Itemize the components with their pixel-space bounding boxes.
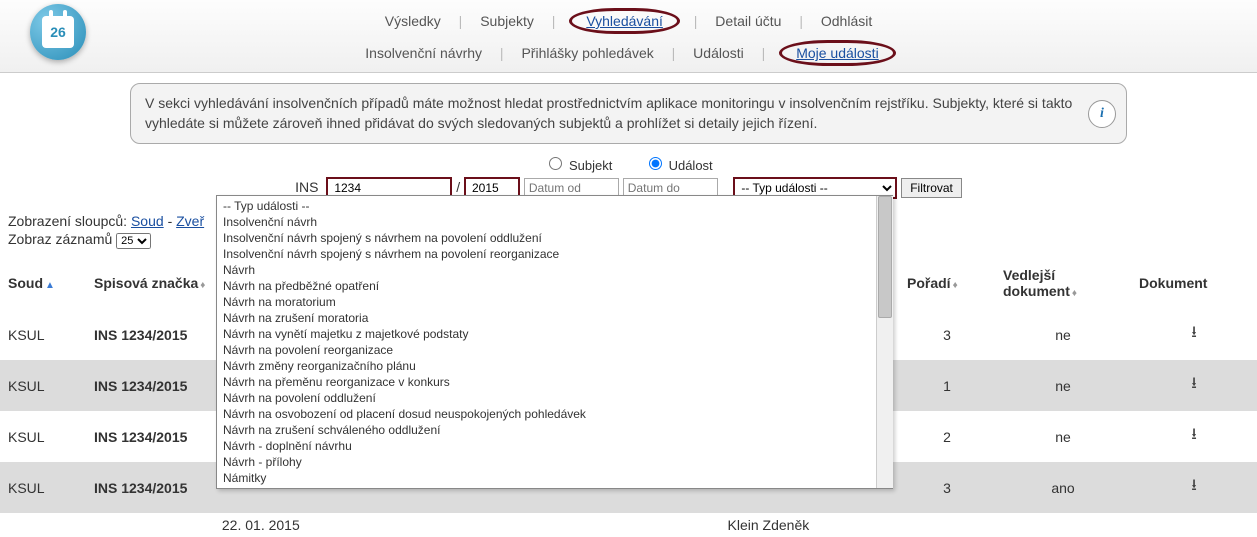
dropdown-option[interactable]: Námitky: [217, 470, 876, 486]
subnav-prihlasky[interactable]: Přihlášky pohledávek: [517, 45, 657, 61]
download-icon[interactable]: ⭳: [1191, 426, 1197, 443]
col-link-soud[interactable]: Soud: [131, 213, 164, 229]
dropdown-option[interactable]: Návrh na zrušení moratoria: [217, 310, 876, 326]
cell-poradi: 2: [899, 411, 995, 462]
dropdown-option[interactable]: Návrh změny reorganizačního plánu: [217, 358, 876, 374]
secondary-nav: Insolvenční návrhy | Přihlášky pohledáve…: [0, 40, 1257, 66]
cell-vedlejsi: ne: [995, 411, 1131, 462]
radio-row: Subjekt Událost: [0, 154, 1257, 173]
dropdown-option[interactable]: Návrh: [217, 262, 876, 278]
nav-vyhledavani[interactable]: Vyhledávání: [582, 13, 667, 29]
nav-odhlasit[interactable]: Odhlásit: [817, 13, 876, 29]
ins-label: INS: [295, 179, 318, 195]
dropdown-option[interactable]: Návrh na zrušení schváleného oddlužení: [217, 422, 876, 438]
dropdown-option[interactable]: Návrh - přílohy: [217, 454, 876, 470]
radio-subjekt[interactable]: Subjekt: [544, 158, 612, 173]
cell-poradi: 3: [899, 309, 995, 360]
th-soud[interactable]: Soud▲: [0, 257, 86, 309]
nav-subjekty[interactable]: Subjekty: [476, 13, 538, 29]
cell-vedlejsi: ne: [995, 309, 1131, 360]
primary-nav: Výsledky | Subjekty | Vyhledávání | Deta…: [0, 8, 1257, 34]
dropdown-option[interactable]: Návrh na předběžné opatření: [217, 278, 876, 294]
subnav-moje-udalosti[interactable]: Moje události: [792, 45, 883, 61]
nav-vysledky[interactable]: Výsledky: [381, 13, 445, 29]
dropdown-option[interactable]: Insolvenční návrh spojený s návrhem na p…: [217, 246, 876, 262]
subnav-navrhy[interactable]: Insolvenční návrhy: [361, 45, 486, 61]
event-type-dropdown[interactable]: -- Typ události --Insolvenční návrhInsol…: [216, 195, 893, 489]
radio-udalost[interactable]: Událost: [644, 158, 713, 173]
dropdown-option[interactable]: Návrh na osvobození od placení dosud neu…: [217, 406, 876, 422]
dropdown-option[interactable]: Návrh - doplnění návrhu: [217, 438, 876, 454]
top-bar: 26 Výsledky | Subjekty | Vyhledávání | D…: [0, 0, 1257, 73]
info-box: V sekci vyhledávání insolvenčních případ…: [130, 83, 1127, 144]
cell-soud: KSUL: [0, 411, 86, 462]
dropdown-option[interactable]: Insolvenční návrh: [217, 214, 876, 230]
dropdown-option[interactable]: Návrh na vynětí majetku z majetkové pods…: [217, 326, 876, 342]
info-text: V sekci vyhledávání insolvenčních případ…: [145, 95, 1072, 131]
cell-soud: KSUL: [0, 360, 86, 411]
dropdown-option[interactable]: Námitky proti konečné zprávě: [217, 486, 876, 489]
cell-soud: KSUL: [0, 462, 86, 513]
cell-soud: KSUL: [0, 309, 86, 360]
partial-row: 22. 01. 2015 Klein Zdeněk: [0, 513, 1257, 537]
cell-poradi: 3: [899, 462, 995, 513]
cell-vedlejsi: ne: [995, 360, 1131, 411]
calendar-icon: 26: [42, 16, 74, 48]
download-icon[interactable]: ⭳: [1191, 477, 1197, 494]
dropdown-option[interactable]: Insolvenční návrh spojený s návrhem na p…: [217, 230, 876, 246]
cell-vedlejsi: ano: [995, 462, 1131, 513]
filter-button[interactable]: Filtrovat: [901, 178, 962, 198]
page-size-select[interactable]: 25: [116, 233, 151, 249]
info-icon: i: [1088, 100, 1116, 128]
dropdown-option[interactable]: Návrh na povolení reorganizace: [217, 342, 876, 358]
subnav-udalosti[interactable]: Události: [689, 45, 748, 61]
th-poradi[interactable]: Pořadí♦: [899, 257, 995, 309]
dropdown-option[interactable]: Návrh na přeměnu reorganizace v konkurs: [217, 374, 876, 390]
download-icon[interactable]: ⭳: [1191, 324, 1197, 341]
col-link-zver[interactable]: Zveř: [176, 213, 204, 229]
dropdown-option[interactable]: Návrh na moratorium: [217, 294, 876, 310]
calendar-badge[interactable]: 26: [30, 4, 86, 60]
download-icon[interactable]: ⭳: [1191, 375, 1197, 392]
dropdown-scrollbar[interactable]: [876, 196, 893, 489]
th-vedlejsi[interactable]: Vedlejší dokument♦: [995, 257, 1131, 309]
dropdown-option[interactable]: -- Typ události --: [217, 198, 876, 214]
dropdown-option[interactable]: Návrh na povolení oddlužení: [217, 390, 876, 406]
cell-poradi: 1: [899, 360, 995, 411]
nav-detail-uctu[interactable]: Detail účtu: [711, 13, 785, 29]
th-dokument[interactable]: Dokument: [1131, 257, 1257, 309]
